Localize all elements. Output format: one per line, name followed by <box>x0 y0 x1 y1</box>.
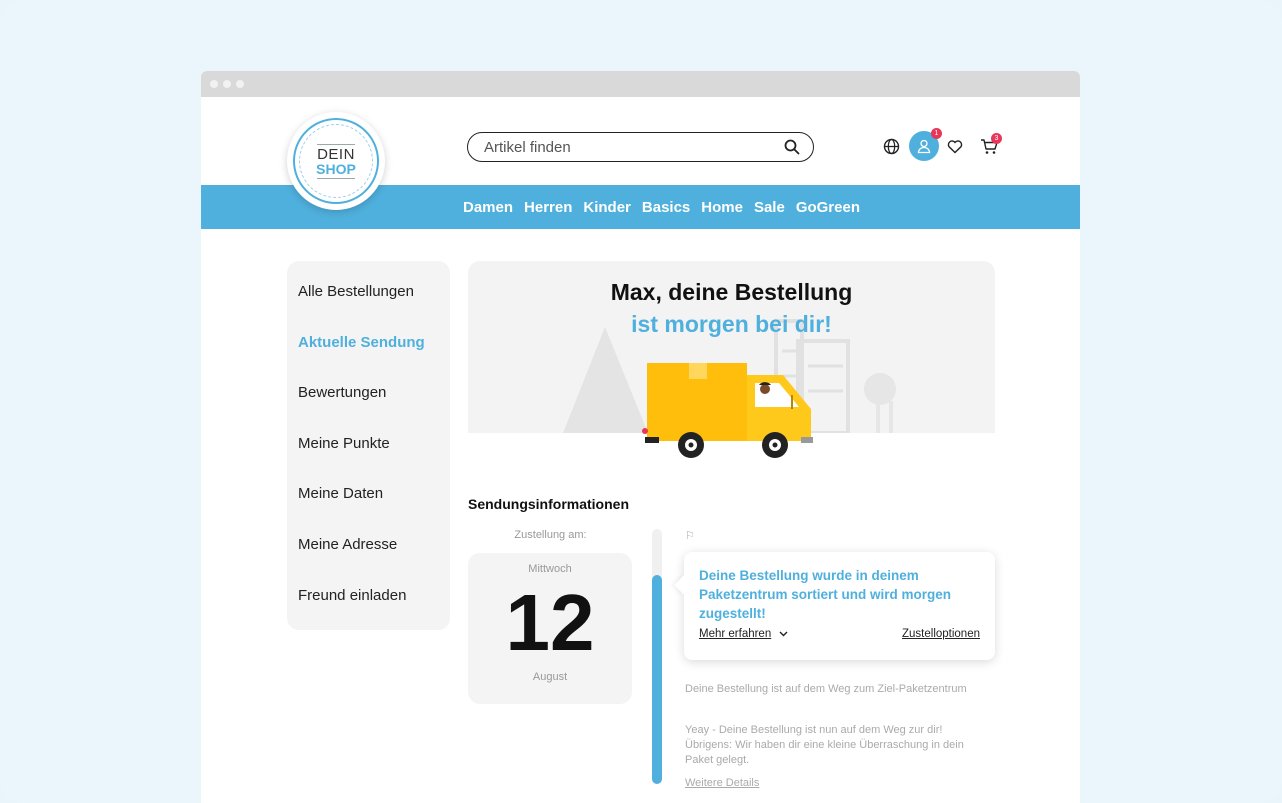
flag-icon: ⚐ <box>685 529 695 542</box>
weitere-details-link[interactable]: Weitere Details <box>685 777 759 789</box>
user-account-icon[interactable]: 1 <box>909 128 942 161</box>
status-history-message: Deine Bestellung ist auf dem Weg zum Zie… <box>685 683 967 695</box>
globe-icon[interactable] <box>881 136 901 156</box>
chevron-down-icon[interactable] <box>779 631 788 637</box>
account-sidebar: Alle Bestellungen Aktuelle Sendung Bewer… <box>287 261 450 630</box>
shipment-progress-fill <box>652 574 662 784</box>
delivery-truck-illustration <box>642 363 813 458</box>
zustelloptionen-link[interactable]: Zustelloptionen <box>902 628 980 640</box>
nav-item-sale[interactable]: Sale <box>754 199 785 216</box>
nav-item-kinder[interactable]: Kinder <box>583 199 631 216</box>
shipment-section-title: Sendungsinformationen <box>468 496 629 512</box>
shop-logo[interactable]: DEIN SHOP <box>287 112 385 210</box>
search-bar <box>467 132 814 162</box>
delivery-weekday: Mittwoch <box>528 563 572 575</box>
search-input[interactable] <box>484 138 783 156</box>
sidebar-item-meine-daten[interactable]: Meine Daten <box>287 485 450 536</box>
window-dot <box>236 80 244 88</box>
cart-icon[interactable]: 3 <box>979 133 1002 156</box>
nav-item-herren[interactable]: Herren <box>524 199 572 216</box>
delivery-date-card: Mittwoch 12 August <box>468 553 632 704</box>
nav-item-basics[interactable]: Basics <box>642 199 690 216</box>
delivery-date-label: Zustellung am: <box>514 529 587 541</box>
site-header: DEIN SHOP 1 <box>201 97 1080 210</box>
search-icon[interactable] <box>783 138 801 156</box>
sidebar-item-freund-einladen[interactable]: Freund einladen <box>287 587 450 638</box>
sidebar-item-meine-adresse[interactable]: Meine Adresse <box>287 536 450 587</box>
current-status-card: Deine Bestellung wurde in deinem Paketze… <box>684 552 995 660</box>
window-dot <box>210 80 218 88</box>
logo-text-shop: SHOP <box>316 160 356 177</box>
mehr-erfahren-link[interactable]: Mehr erfahren <box>699 628 771 640</box>
hero-subtitle: ist morgen bei dir! <box>631 311 832 337</box>
current-status-message: Deine Bestellung wurde in deinem Paketze… <box>699 568 952 621</box>
sidebar-item-meine-punkte[interactable]: Meine Punkte <box>287 435 450 486</box>
user-notification-badge: 1 <box>931 128 942 139</box>
sidebar-item-aktuelle-sendung[interactable]: Aktuelle Sendung <box>287 334 450 385</box>
sidebar-item-alle-bestellungen[interactable]: Alle Bestellungen <box>287 283 450 334</box>
browser-window: DEIN SHOP 1 <box>201 71 1080 803</box>
delivery-day: 12 <box>505 578 595 667</box>
header-icons: 1 3 <box>881 128 1002 161</box>
logo-text-dein: DEIN <box>317 145 355 163</box>
nav-item-home[interactable]: Home <box>701 199 743 216</box>
nav-item-gogreen[interactable]: GoGreen <box>796 199 860 216</box>
browser-chrome <box>201 71 1080 97</box>
window-dot <box>223 80 231 88</box>
heart-icon[interactable] <box>945 136 965 156</box>
hero-title: Max, deine Bestellung <box>610 279 853 305</box>
nav-item-damen[interactable]: Damen <box>463 199 513 216</box>
delivery-month: August <box>532 671 568 683</box>
sidebar-item-bewertungen[interactable]: Bewertungen <box>287 384 450 435</box>
cart-count-badge: 3 <box>991 133 1002 144</box>
shipment-progress-track <box>652 529 662 784</box>
status-history-message: Yeay - Deine Bestellung ist nun auf dem … <box>685 724 964 766</box>
